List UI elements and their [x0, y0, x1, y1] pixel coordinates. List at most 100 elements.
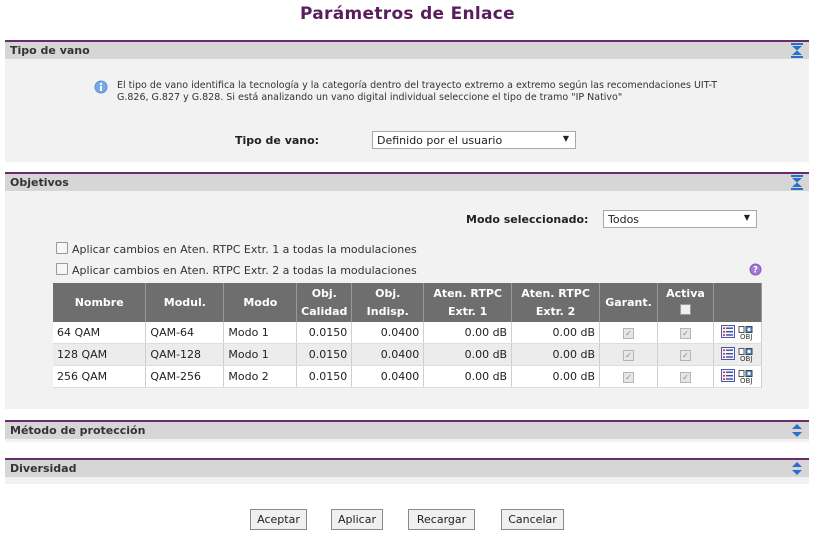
col-obj-calidad: Obj. Calidad: [296, 283, 353, 322]
cell-aten1[interactable]: 0.00 dB: [423, 365, 513, 388]
garant-checkbox: ✓: [623, 350, 634, 361]
expand-icon[interactable]: [790, 423, 804, 438]
cell-indisp[interactable]: 0.0400: [351, 343, 425, 366]
edit-list-icon[interactable]: [720, 368, 735, 385]
table-row[interactable]: 128 QAM QAM-128 Modo 1 0.0150 0.0400 0.00 dB 0…: [53, 343, 763, 366]
cell-actions: OBJ: [713, 322, 763, 344]
edit-list-icon[interactable]: [720, 324, 735, 341]
section-title: Método de protección: [10, 424, 146, 437]
cell-actions: OBJ: [713, 365, 763, 388]
collapse-icon[interactable]: [790, 43, 804, 58]
objectives-icon[interactable]: OBJ: [738, 325, 754, 341]
expand-icon[interactable]: [790, 461, 804, 476]
cell-indisp[interactable]: 0.0400: [351, 322, 425, 344]
cell-actions: OBJ: [713, 343, 763, 366]
objectives-icon-label: OBJ: [740, 332, 753, 341]
table-row[interactable]: 64 QAM QAM-64 Modo 1 0.0150 0.0400 0.00 dB 0.0…: [53, 322, 763, 344]
help-icon[interactable]: ?: [749, 263, 762, 276]
objectives-icon-label: OBJ: [740, 376, 753, 385]
cell-aten2[interactable]: 0.00 dB: [511, 343, 601, 366]
cell-garant: ✓: [599, 343, 658, 366]
modo-label: Modo seleccionado:: [466, 213, 589, 226]
cell-modo: Modo 1: [223, 343, 298, 366]
col-modul: Modul.: [145, 283, 225, 322]
svg-text:?: ?: [753, 266, 758, 276]
activa-checkbox: ✓: [679, 372, 691, 383]
cell-calidad[interactable]: 0.0150: [296, 343, 353, 366]
section-diversidad: Diversidad: [5, 458, 809, 484]
col-modo: Modo: [223, 283, 298, 322]
objectives-icon[interactable]: OBJ: [738, 369, 754, 385]
col-activa: Activa: [657, 283, 714, 322]
cell-activa: ✓: [657, 322, 714, 344]
garant-checkbox: ✓: [623, 372, 634, 383]
cell-calidad[interactable]: 0.0150: [296, 322, 353, 344]
cell-aten1[interactable]: 0.00 dB: [423, 343, 513, 366]
info-icon: [94, 80, 108, 94]
cell-aten1[interactable]: 0.00 dB: [423, 322, 513, 344]
cell-aten2[interactable]: 0.00 dB: [511, 365, 601, 388]
cell-indisp[interactable]: 0.0400: [351, 365, 425, 388]
aplicar-aten1-label: Aplicar cambios en Aten. RTPC Extr. 1 a …: [72, 243, 417, 256]
info-text: El tipo de vano identifica la tecnología…: [117, 80, 718, 103]
aplicar-button[interactable]: Aplicar: [331, 509, 383, 530]
col-actions: [713, 283, 763, 322]
cell-nombre: 64 QAM: [53, 322, 147, 344]
section-header-diversidad[interactable]: Diversidad: [5, 458, 809, 477]
col-aten2: Aten. RTPC Extr. 2: [511, 283, 601, 322]
section-title: Tipo de vano: [10, 44, 90, 57]
aplicar-aten2-checkbox[interactable]: [56, 263, 68, 275]
col-obj-indisp: Obj. Indisp.: [351, 283, 425, 322]
objectives-icon[interactable]: OBJ: [738, 347, 754, 363]
cell-modul: QAM-64: [145, 322, 225, 344]
cell-calidad[interactable]: 0.0150: [296, 365, 353, 388]
aplicar-aten2-label: Aplicar cambios en Aten. RTPC Extr. 2 a …: [72, 264, 417, 277]
section-header-objetivos[interactable]: Objetivos: [5, 172, 809, 191]
cell-aten2[interactable]: 0.00 dB: [511, 322, 601, 344]
cell-modo: Modo 1: [223, 322, 298, 344]
section-objetivos: Objetivos Modo seleccionado: Todos ▼ Apl…: [5, 172, 809, 409]
cell-garant: ✓: [599, 365, 658, 388]
section-header-tipo-vano[interactable]: Tipo de vano: [5, 40, 809, 59]
modo-select[interactable]: Todos ▼: [603, 210, 757, 228]
section-title: Diversidad: [10, 462, 77, 475]
cell-nombre: 128 QAM: [53, 343, 147, 366]
tipo-vano-select[interactable]: Definido por el usuario ▼: [372, 131, 576, 149]
section-header-metodo[interactable]: Método de protección: [5, 420, 809, 439]
cell-modul: QAM-128: [145, 343, 225, 366]
aplicar-aten1-checkbox[interactable]: [56, 242, 68, 254]
objectives-icon-label: OBJ: [740, 354, 753, 363]
section-title: Objetivos: [10, 176, 69, 189]
cell-modul: QAM-256: [145, 365, 225, 388]
cell-activa: ✓: [657, 365, 714, 388]
cancelar-button[interactable]: Cancelar: [501, 509, 564, 530]
cell-garant: ✓: [599, 322, 658, 344]
aplicar-aten1-checkbox-row[interactable]: Aplicar cambios en Aten. RTPC Extr. 1 a …: [56, 242, 417, 256]
tipo-vano-value: Definido por el usuario: [377, 134, 503, 147]
chevron-down-icon: ▼: [562, 134, 569, 143]
col-aten1: Aten. RTPC Extr. 1: [423, 283, 513, 322]
recargar-button[interactable]: Recargar: [408, 509, 475, 530]
section-tipo-vano: Tipo de vano El tipo de vano identifica …: [5, 40, 809, 162]
modo-value: Todos: [608, 213, 640, 226]
cell-nombre: 256 QAM: [53, 365, 147, 388]
col-garant: Garant.: [599, 283, 658, 322]
edit-list-icon[interactable]: [720, 346, 735, 363]
aceptar-button[interactable]: Aceptar: [250, 509, 307, 530]
activa-all-checkbox[interactable]: [679, 303, 691, 315]
activa-checkbox: ✓: [679, 328, 691, 339]
tipo-vano-label: Tipo de vano:: [235, 134, 320, 147]
cell-modo: Modo 2: [223, 365, 298, 388]
activa-checkbox: ✓: [679, 350, 691, 361]
chevron-down-icon: ▼: [743, 213, 750, 222]
section-metodo-proteccion: Método de protección: [5, 420, 809, 442]
objetivos-table: Nombre Modul. Modo Obj. Calidad Obj. Indis…: [53, 283, 763, 388]
garant-checkbox: ✓: [623, 328, 634, 339]
aplicar-aten2-checkbox-row[interactable]: Aplicar cambios en Aten. RTPC Extr. 2 a …: [56, 263, 417, 277]
collapse-icon[interactable]: [790, 175, 804, 190]
cell-activa: ✓: [657, 343, 714, 366]
table-header-row: Nombre Modul. Modo Obj. Calidad Obj. Indis…: [53, 283, 763, 322]
table-row[interactable]: 256 QAM QAM-256 Modo 2 0.0150 0.0400 0.00 dB 0…: [53, 365, 763, 388]
col-nombre: Nombre: [53, 283, 147, 322]
page-title: Parámetros de Enlace: [299, 4, 516, 24]
